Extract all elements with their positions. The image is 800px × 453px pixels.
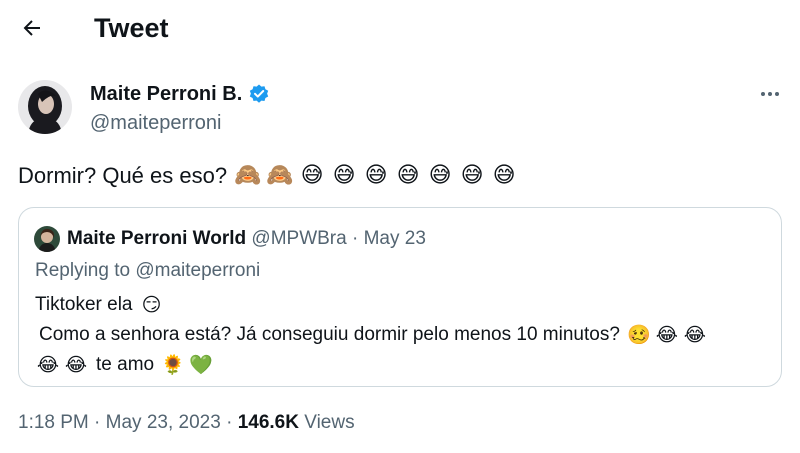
tweet-text: Dormir? Qué es eso? 🙈 🙈 😅 😅 😅 😅 😅 😅 😅	[18, 160, 521, 192]
tweet-meta: 1:18 PM · May 23, 2023 · 146.6K Views	[18, 410, 355, 436]
sweat-smile-emoji: 😅	[396, 163, 420, 188]
sweat-smile-emoji: 😅	[492, 163, 516, 188]
sweat-smile-emoji: 😅	[332, 163, 356, 188]
sweat-smile-emoji: 😅	[428, 163, 452, 188]
replying-to-handle[interactable]: @maiteperroni	[135, 260, 260, 281]
quoted-line-1: Tiktoker ela 😏	[35, 290, 709, 320]
author-name-text[interactable]: Maite Perroni B.	[90, 81, 242, 107]
quoted-line-3-text: te amo	[96, 354, 155, 375]
author-avatar[interactable]	[18, 80, 72, 134]
views-count: 146.6K	[237, 412, 299, 433]
quoted-separator: ·	[351, 228, 359, 249]
quoted-line-1-text: Tiktoker ela	[35, 294, 133, 315]
quoted-author-avatar[interactable]	[34, 226, 60, 252]
quoted-author-handle[interactable]: @MPWBra	[251, 228, 346, 249]
quoted-tweet-card[interactable]: Maite Perroni World @MPWBra · May 23 Rep…	[18, 207, 782, 387]
see-no-evil-monkey-emoji: 🙈	[266, 163, 294, 188]
views-label: Views	[304, 412, 355, 433]
woozy-face-emoji: 🥴	[627, 324, 651, 346]
see-no-evil-monkey-emoji: 🙈	[234, 163, 262, 188]
tears-of-joy-emoji: 😂	[36, 354, 60, 376]
sunflower-emoji: 🌻	[161, 354, 185, 376]
quoted-line-2-text: Como a senhora está? Já conseguiu dormir…	[39, 324, 620, 345]
quoted-tweet-header: Maite Perroni World @MPWBra · May 23	[67, 227, 426, 251]
more-options-button[interactable]	[752, 82, 788, 106]
tweet-emoji-row: 🙈 🙈 😅 😅 😅 😅 😅 😅 😅	[233, 161, 521, 191]
quoted-date[interactable]: May 23	[364, 228, 426, 249]
top-bar: Tweet	[0, 0, 800, 56]
sweat-smile-emoji: 😅	[364, 163, 388, 188]
tears-of-joy-emoji: 😂	[683, 324, 706, 346]
replying-to: Replying to @maiteperroni	[35, 259, 260, 283]
sweat-smile-emoji: 😅	[460, 163, 484, 188]
tweet-date[interactable]: May 23, 2023	[106, 412, 221, 433]
quoted-line-2: Como a senhora está? Já conseguiu dormir…	[35, 320, 709, 350]
tears-of-joy-emoji: 😂	[655, 324, 678, 346]
quoted-tweet-text: Tiktoker ela 😏 Como a senhora está? Já c…	[35, 290, 709, 380]
smirk-emoji: 😏	[141, 294, 162, 316]
back-button[interactable]	[14, 10, 50, 46]
green-heart-emoji: 💚	[189, 354, 213, 376]
meta-separator: ·	[94, 412, 101, 433]
quoted-author-name[interactable]: Maite Perroni World	[67, 228, 246, 249]
sweat-smile-emoji: 😅	[300, 163, 324, 188]
verified-badge-icon	[248, 83, 270, 105]
page-title: Tweet	[94, 13, 169, 43]
tweet-text-content: Dormir? Qué es eso?	[18, 163, 228, 188]
author-name[interactable]: Maite Perroni B.	[90, 81, 270, 107]
tweet-time[interactable]: 1:18 PM	[18, 412, 89, 433]
author-handle[interactable]: @maiteperroni	[90, 110, 221, 136]
more-horizontal-icon	[761, 92, 779, 96]
quoted-line-3: 😂 😂 te amo 🌻 💚	[35, 350, 709, 380]
tears-of-joy-emoji: 😂	[64, 354, 88, 376]
arrow-left-icon	[23, 20, 40, 36]
meta-separator: ·	[226, 412, 233, 433]
replying-to-label: Replying to	[35, 260, 131, 281]
